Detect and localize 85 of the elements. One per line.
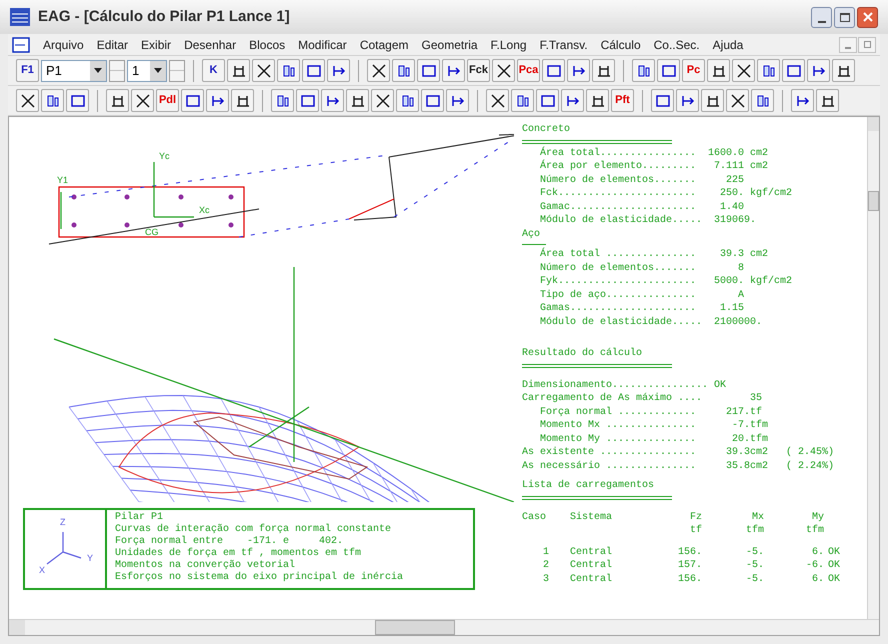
toolbar-button[interactable]: Pft [611,89,634,112]
toolbar-button[interactable]: Fck [467,59,490,82]
table-cell: OK [828,560,840,571]
column-unit: tf [690,525,702,536]
toolbar-button[interactable]: Pdl [156,89,179,112]
report-line: Fck....................... 250. kgf/cm2 [539,187,792,200]
legend-line: Unidades de força em tf , momentos em tfm [115,548,362,560]
column-header: My [812,512,824,522]
report-line: Módulo de elasticidade..... 2100000. [539,316,762,329]
column-header: Caso [522,512,546,522]
table-cell: 3 [542,574,549,584]
report-line: Tipo de aço............... A [539,288,744,302]
legend-line: Força normal entre -171. e 402. [115,536,344,548]
column-header: Mx [752,512,764,522]
report-line: Área por elemento......... 7.111 cm2 [539,160,768,174]
window-title: EAG - [Cálculo do Pilar P1 Lance 1] [38,6,290,27]
table-cell: Central [570,574,612,584]
table-cell: -5. [746,546,764,558]
report-line: Área total ............... 39.3 cm2 [539,248,768,262]
menu-item[interactable]: Editar [96,36,128,54]
combo-box[interactable]: P1 [41,60,107,82]
axis-label: Y1 [57,175,68,185]
table-cell: 156. [678,574,702,584]
toolbar-button[interactable]: F1 [16,59,39,82]
legend-line: Pilar P1 [115,512,164,524]
toolbar-button[interactable]: Pc [682,59,705,82]
legend-line: Curvas de interação com força normal constante [115,524,392,536]
report-line: Momento Mx ............... -7.tfm [539,419,768,432]
report-line: Carregamento de As máximo .... 35 [522,392,762,406]
table-cell: 6. [812,546,824,558]
menu-item[interactable]: F.Transv. [540,36,588,54]
legend-line: Momentos na converção vetorial [115,560,296,572]
report-line: Dimensionamento................ OK [522,378,726,392]
menu-item[interactable]: Exibir [141,36,172,54]
menu-item[interactable]: Ajuda [712,36,744,54]
legend-line: Esforços no sistema do eixo principal de inércia [115,572,404,584]
toolbar-button[interactable]: K [202,59,225,82]
axis-label: Y [87,554,94,563]
report-line: Gamas..................... 1.15 [539,302,744,316]
menu-item[interactable]: Geometria [422,36,478,54]
table-cell: Central [570,546,612,558]
report-line: Módulo de elasticidade..... 319069. [539,214,756,228]
table-cell: -5. [746,560,764,571]
table-cell: 156. [678,546,702,558]
menu-item[interactable]: Modificar [298,36,347,54]
combo-box[interactable]: 1 [127,60,167,82]
column-unit: tfm [746,525,764,536]
table-cell: 157. [678,560,702,571]
report-line: Gamac..................... 1.40 [539,200,744,214]
menu-item[interactable]: Blocos [249,36,286,54]
section-title: Concreto [522,123,570,136]
report-line: Número de elementos....... 8 [539,262,744,275]
section-title: Lista de carregamentos [522,479,654,492]
axis-label: CG [145,227,158,237]
axis-label: X [39,566,46,575]
report-line: Momento My ............... 20.tfm [539,432,768,446]
table-cell: 6. [812,574,824,584]
menu-item[interactable]: F.Long [490,36,527,54]
axis-label: Xc [199,205,210,215]
table-cell: 1 [542,546,549,558]
report-line: As existente ................ 39.3cm2 ( 2.45%) [522,446,834,460]
toolbar-button[interactable]: Pca [517,59,540,82]
table-cell: Central [570,560,612,571]
column-header: Fz [690,512,702,522]
table-cell: OK [828,546,840,558]
menu-item[interactable]: Cotagem [360,36,409,54]
table-cell: OK [828,574,840,584]
axis-label: Z [60,518,66,527]
menu-item[interactable]: Co..Sec. [654,36,700,54]
report-line: Força normal ............. 217.tf [539,406,762,419]
menu-item[interactable]: Cálculo [600,36,641,54]
menu-item[interactable]: Arquivo [43,36,84,54]
table-cell: 2 [542,560,549,571]
section-title: Aço [522,228,540,241]
section-title: Resultado do cálculo [522,347,642,360]
axis-label: Yc [159,151,170,161]
column-unit: tfm [806,525,824,536]
table-cell: -5. [746,574,764,584]
report-line: Área total................ 1600.0 cm2 [539,146,768,160]
table-cell: -6. [806,560,824,571]
column-header: Sistema [570,512,612,522]
report-line: Número de elementos....... 225 [539,174,744,187]
menu-item[interactable]: Desenhar [184,36,236,54]
report-line: As necessário ............... 35.8cm2 ( 2.24%) [522,460,834,473]
report-line: Fyk....................... 5000. kgf/cm2 [539,275,792,288]
